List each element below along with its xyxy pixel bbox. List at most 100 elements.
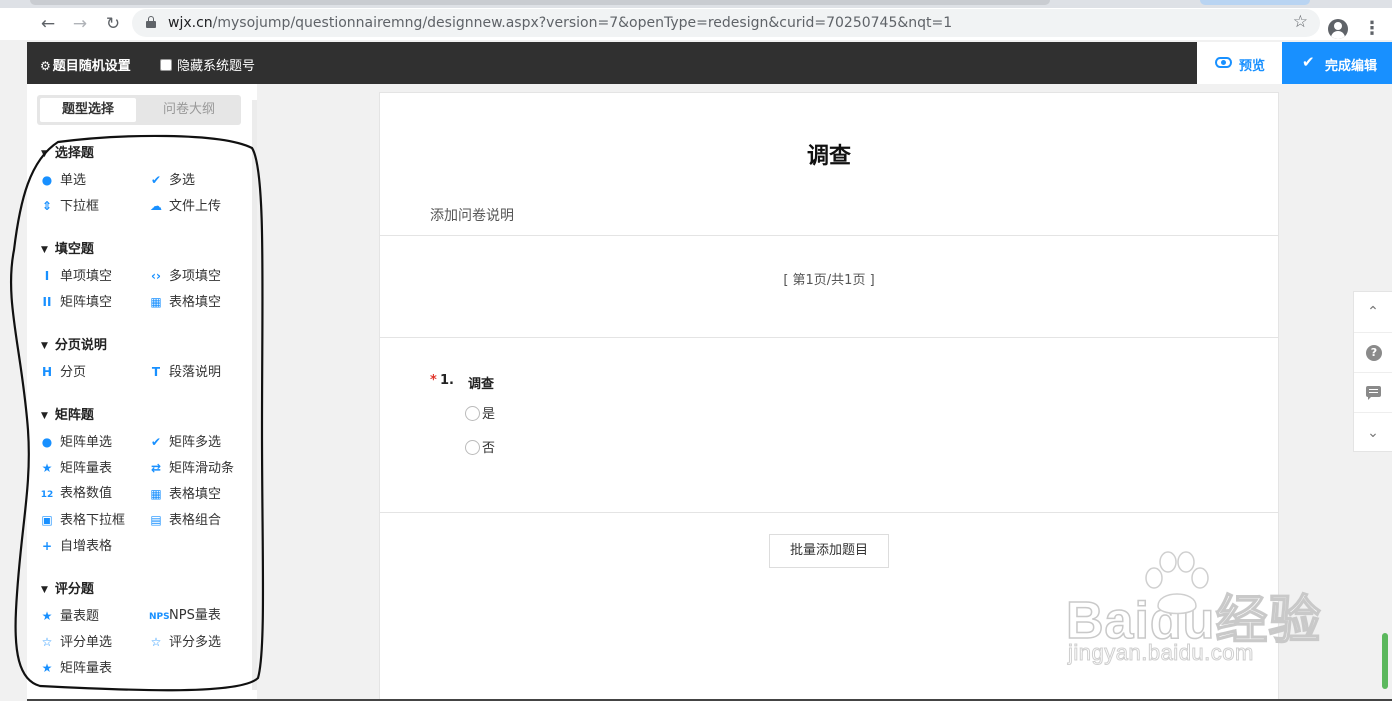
type-rating-multi[interactable]: ☆ 评分多选 bbox=[149, 633, 221, 651]
check-icon: ✔ bbox=[150, 173, 162, 187]
finish-edit-button[interactable]: ✔ 完成编辑 bbox=[1282, 42, 1392, 84]
question-title[interactable]: 调查 bbox=[468, 373, 494, 392]
type-label: 矩阵填空 bbox=[60, 295, 113, 310]
type-matrix-single[interactable]: ● 矩阵单选 bbox=[40, 433, 112, 451]
type-label: 矩阵单选 bbox=[60, 435, 113, 450]
category-fill-blank[interactable]: ▼ 填空题 bbox=[41, 238, 94, 257]
comment-icon bbox=[1366, 386, 1381, 400]
divider bbox=[380, 235, 1278, 236]
hide-numbers-checkbox[interactable] bbox=[160, 59, 172, 71]
comment-button[interactable] bbox=[1354, 372, 1392, 412]
type-file-upload[interactable]: ☁ 文件上传 bbox=[149, 197, 221, 215]
double-check-icon: ✔ bbox=[150, 435, 162, 449]
panel-scrollbar[interactable] bbox=[252, 100, 257, 690]
browser-tab[interactable] bbox=[30, 0, 1050, 5]
type-label: 评分单选 bbox=[60, 635, 113, 650]
account-icon[interactable] bbox=[1328, 19, 1348, 39]
category-choice[interactable]: ▼ 选择题 bbox=[41, 142, 94, 161]
type-matrix-scale[interactable]: ★ 矩阵量表 bbox=[40, 459, 112, 477]
option-label: 是 bbox=[482, 407, 496, 422]
browser-tab-active[interactable] bbox=[1200, 0, 1310, 5]
type-single-blank[interactable]: I 单项填空 bbox=[40, 267, 112, 285]
type-nps[interactable]: NPSNPS量表 bbox=[149, 607, 221, 625]
table-icon: ▦ bbox=[150, 295, 162, 309]
type-matrix-blank[interactable]: II 矩阵填空 bbox=[40, 293, 112, 311]
random-settings-label: 题目随机设置 bbox=[52, 59, 131, 74]
tab-question-types[interactable]: 题型选择 bbox=[40, 98, 136, 122]
browser-menu-icon[interactable]: ⋮ bbox=[1362, 18, 1382, 40]
type-page-break[interactable]: H 分页 bbox=[40, 363, 86, 381]
forward-icon[interactable]: → bbox=[70, 14, 90, 34]
page-scroll-indicator[interactable] bbox=[1382, 633, 1388, 689]
survey-title[interactable]: 调查 bbox=[380, 138, 1278, 170]
type-table-number[interactable]: 12 表格数值 bbox=[40, 485, 112, 503]
preview-button[interactable]: 预览 bbox=[1197, 42, 1282, 84]
chevron-up-icon[interactable]: ⌃ bbox=[1354, 292, 1392, 332]
preview-label: 预览 bbox=[1239, 59, 1266, 74]
type-matrix-multi[interactable]: ✔ 矩阵多选 bbox=[149, 433, 221, 451]
option-yes[interactable]: 是 bbox=[465, 403, 495, 422]
type-table-combo[interactable]: ▤ 表格组合 bbox=[149, 511, 221, 529]
radio-button[interactable] bbox=[465, 406, 480, 421]
type-label: 下拉框 bbox=[60, 199, 100, 214]
star-outline-icon: ☆ bbox=[150, 635, 162, 649]
radio-button[interactable] bbox=[465, 440, 480, 455]
type-label: 多项填空 bbox=[169, 269, 222, 284]
type-label: 表格填空 bbox=[169, 295, 222, 310]
category-label: 评分题 bbox=[54, 582, 94, 597]
type-single-choice[interactable]: ● 单选 bbox=[40, 171, 86, 189]
type-label: NPS量表 bbox=[169, 608, 221, 623]
caret-down-icon: ▼ bbox=[41, 149, 48, 159]
browser-tab-strip bbox=[0, 0, 1392, 8]
type-label: 矩阵多选 bbox=[169, 435, 222, 450]
text-cursor-icon: I bbox=[44, 269, 50, 283]
category-label: 分页说明 bbox=[54, 338, 107, 353]
bookmark-star-icon[interactable]: ☆ bbox=[1293, 12, 1308, 32]
chevron-down-icon[interactable]: ⌄ bbox=[1354, 412, 1392, 452]
batch-add-button[interactable]: 批量添加题目 bbox=[769, 534, 889, 568]
page-indicator: [ 第1页/共1页 ] bbox=[783, 273, 875, 288]
address-bar[interactable]: wjx.cn/mysojump/questionnairemng/designn… bbox=[132, 9, 1320, 37]
type-scale[interactable]: ★ 量表题 bbox=[40, 607, 99, 625]
survey-description[interactable]: 添加问卷说明 bbox=[430, 205, 514, 225]
type-table-blank[interactable]: ▦ 表格填空 bbox=[149, 293, 221, 311]
plus-icon: + bbox=[41, 539, 53, 553]
type-label: 矩阵量表 bbox=[60, 661, 113, 676]
category-matrix[interactable]: ▼ 矩阵题 bbox=[41, 404, 94, 423]
type-matrix-slider[interactable]: ⇄ 矩阵滑动条 bbox=[149, 459, 234, 477]
tab-outline[interactable]: 问卷大纲 bbox=[141, 98, 237, 122]
hide-numbers-toggle[interactable]: 隐藏系统题号 bbox=[160, 55, 255, 74]
question-type-panel: 题型选择 问卷大纲 ▼ 选择题 ● 单选 ✔ 多选 ⇕ 下拉框 ☁ 文件上传 ▼ 填空题 I… bbox=[27, 84, 257, 701]
help-icon: ? bbox=[1366, 345, 1382, 361]
option-no[interactable]: 否 bbox=[465, 437, 495, 456]
caret-down-icon: ▼ bbox=[41, 411, 48, 421]
stars-icon: ★ bbox=[41, 461, 53, 475]
category-label: 矩阵题 bbox=[54, 408, 94, 423]
back-icon[interactable]: ← bbox=[38, 14, 58, 34]
type-paragraph[interactable]: T 段落说明 bbox=[149, 363, 221, 381]
type-multi-choice[interactable]: ✔ 多选 bbox=[149, 171, 195, 189]
type-table-fill[interactable]: ▦ 表格填空 bbox=[149, 485, 221, 503]
type-table-dropdown[interactable]: ▣ 表格下拉框 bbox=[40, 511, 125, 529]
random-settings-button[interactable]: ⚙ 题目随机设置 bbox=[40, 55, 131, 74]
type-label: 矩阵滑动条 bbox=[169, 461, 235, 476]
type-rating-single[interactable]: ☆ 评分单选 bbox=[40, 633, 112, 651]
caret-down-icon: ▼ bbox=[41, 585, 48, 595]
type-multi-blank[interactable]: ‹› 多项填空 bbox=[149, 267, 221, 285]
type-label: 矩阵量表 bbox=[60, 461, 113, 476]
type-matrix-scale-rating[interactable]: ★ 矩阵量表 bbox=[40, 659, 112, 677]
type-label: 单项填空 bbox=[60, 269, 113, 284]
finish-edit-label: 完成编辑 bbox=[1325, 59, 1378, 74]
dropdown-box-icon: ▣ bbox=[41, 513, 53, 527]
type-dropdown[interactable]: ⇕ 下拉框 bbox=[40, 197, 99, 215]
category-paging[interactable]: ▼ 分页说明 bbox=[41, 334, 107, 353]
reload-icon[interactable]: ↻ bbox=[103, 14, 123, 34]
url-text[interactable]: wjx.cn/mysojump/questionnairemng/designn… bbox=[168, 14, 952, 32]
caret-down-icon: ▼ bbox=[41, 245, 48, 255]
type-auto-table[interactable]: + 自增表格 bbox=[40, 537, 112, 555]
lock-icon[interactable] bbox=[146, 16, 156, 28]
category-rating[interactable]: ▼ 评分题 bbox=[41, 578, 94, 597]
brackets-icon: ‹› bbox=[151, 269, 161, 283]
help-button[interactable]: ? bbox=[1354, 332, 1392, 372]
floating-toolbar: ⌃ ? ⌄ bbox=[1353, 291, 1392, 452]
